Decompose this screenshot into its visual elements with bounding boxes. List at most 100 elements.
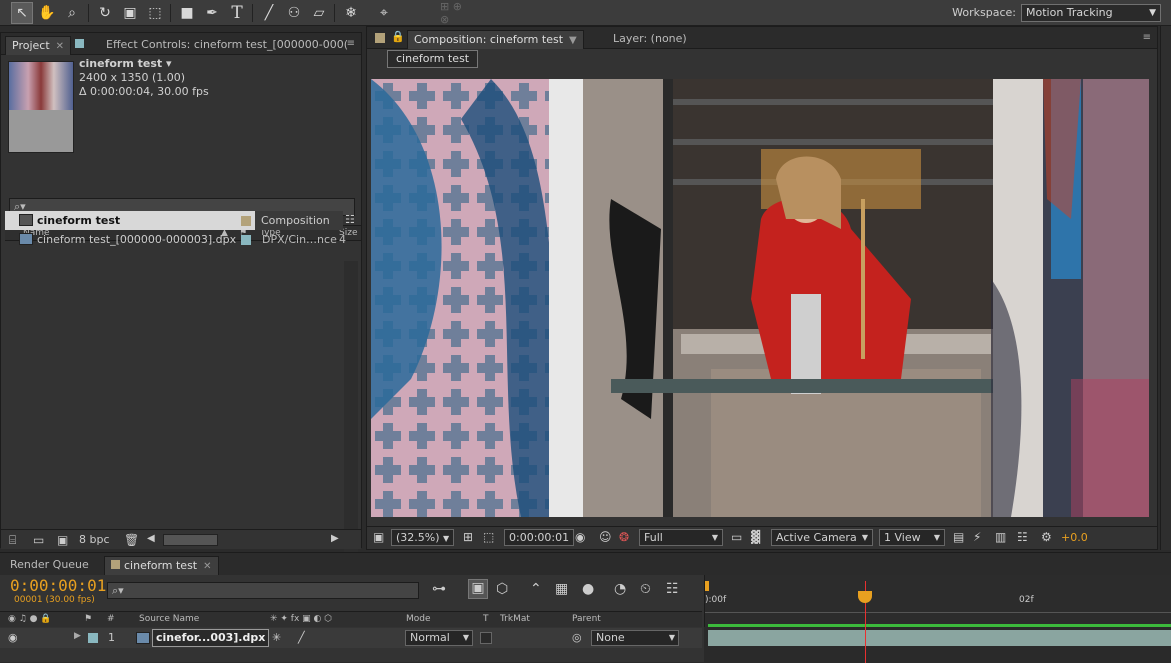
workspace-value: Motion Tracking [1026,6,1113,19]
project-scrollbar[interactable] [344,261,358,559]
label-swatch [241,235,251,245]
camera-select[interactable]: Active Camera ▼ [771,529,873,546]
region-of-interest-icon[interactable]: ▭ [731,530,742,544]
axis-mode-icon[interactable]: ⊞ ⊕ ⊗ [440,0,462,26]
flowchart-icon[interactable]: ☷ [345,213,355,226]
tab-timeline-comp[interactable]: cineform test ✕ [104,556,219,575]
tab-render-queue[interactable]: Render Queue [4,556,95,575]
close-icon[interactable]: ✕ [56,41,64,52]
mask-visibility-icon[interactable]: ⬚ [483,530,494,544]
toggle-pixel-aspect-icon[interactable]: ▤ [953,530,964,544]
project-footer: ⌸ ▭ ▣ 8 bpc 🗑 ◀ ▶ [1,529,361,549]
parent-select[interactable]: None ▼ [591,630,679,646]
column-source-name[interactable]: Source Name [139,614,199,624]
brush-tool-icon[interactable]: ╱ [258,2,280,24]
layer-row[interactable]: ◉ ▶ 1 cinefor...003].dpx ✳ ╱ Normal ▼ ◎ N… [0,628,702,648]
timeline-search-input[interactable]: ⌕▾ [107,582,419,599]
ruler-divider [705,612,1171,613]
chevron-down-icon[interactable]: ▼ [569,35,577,46]
comp-name[interactable]: cineform test ▾ [79,57,172,70]
eraser-tool-icon[interactable]: ▱ [308,2,330,24]
time-ruler[interactable]: ):00f 02f [704,575,1171,627]
preserve-transparency-checkbox[interactable] [480,632,492,644]
workspace-label: Workspace: [952,6,1016,19]
timeline-icon[interactable]: ▥ [995,530,1006,544]
blend-mode-select[interactable]: Normal ▼ [405,630,473,646]
view-layout-value: 1 View [884,531,921,544]
bpc-button[interactable]: 8 bpc [79,533,110,546]
brainstorm-icon[interactable]: ◔ [614,581,626,597]
comp-duration: Δ 0:00:00:04, 30.00 fps [79,85,209,98]
lock-icon[interactable]: 🔒 [391,30,405,43]
composition-viewer[interactable] [371,79,1149,517]
right-panel-strip[interactable] [1160,26,1171,550]
draft-3d-icon[interactable]: ⬡ [496,581,508,597]
workspace-select[interactable]: Motion Tracking ▼ [1021,4,1161,22]
comp-thumbnail [8,61,74,153]
current-time-display[interactable]: 0:00:00:01 [10,576,106,595]
exposure-value[interactable]: +0.0 [1061,531,1088,544]
camera-tool-icon[interactable]: ▣ [119,2,141,24]
project-item-footage[interactable]: cineform test_[000000-000003].dpx DPX/Ci… [5,230,346,249]
panel-menu-icon[interactable]: ≡ [347,38,355,49]
work-area-bar[interactable] [708,624,1171,627]
interpret-footage-icon[interactable]: ⌸ [9,533,16,548]
show-snapshot-icon[interactable]: ☺ [599,530,612,544]
panel-menu-icon[interactable]: ≡ [1143,32,1151,43]
layer-duration-bar[interactable] [708,630,1171,646]
quality-switch-icon[interactable]: ╱ [298,631,305,644]
close-icon[interactable]: ✕ [203,561,211,572]
graph-editor-icon[interactable]: ☷ [666,581,679,597]
layer-name[interactable]: cinefor...003].dpx [152,629,270,647]
new-folder-icon[interactable]: ▭ [33,533,44,547]
selection-tool-icon[interactable]: ↖ [11,2,33,24]
pick-whip-icon[interactable]: ◎ [572,631,582,644]
horizontal-scroll-thumb[interactable] [163,534,218,546]
expand-icon[interactable]: ▶ [74,631,81,641]
comp-swatch [111,560,120,569]
comp-breadcrumb[interactable]: cineform test [387,50,479,68]
current-time-display[interactable]: 0:00:00:01 [504,529,575,546]
trash-icon[interactable]: 🗑 [124,533,139,547]
puppet-pin-tool-icon[interactable]: ⌖ [373,2,395,24]
rotation-tool-icon[interactable]: ↻ [94,2,116,24]
zoom-tool-icon[interactable]: ⌕ [61,2,83,24]
magnification-select[interactable]: (32.5%) ▼ [391,529,455,546]
tab-effect-controls[interactable]: Effect Controls: cineform test_[000000-0… [69,36,354,55]
shy-switch-icon[interactable]: ✳ [272,631,281,644]
reset-exposure-icon[interactable]: ⚙ [1041,530,1052,544]
transparency-grid-icon[interactable]: ▓ [751,530,760,544]
live-update-icon[interactable]: ▣ [468,579,488,599]
eye-icon[interactable]: ◉ [8,631,18,644]
view-layout-select[interactable]: 1 View ▼ [879,529,945,546]
pan-behind-tool-icon[interactable]: ⬚ [144,2,166,24]
tab-layer[interactable]: Layer: (none) [607,30,693,49]
clone-stamp-tool-icon[interactable]: ⚇ [283,2,305,24]
frame-blending-icon[interactable]: ▦ [555,581,568,597]
always-preview-icon[interactable]: ▣ [373,530,384,544]
composition-mini-flowchart-icon[interactable]: ⊶ [432,581,446,597]
type-tool-icon[interactable]: T [226,2,248,24]
scroll-right-icon[interactable]: ▶ [331,533,339,544]
rectangle-tool-icon[interactable]: ■ [176,2,198,24]
flowchart-icon[interactable]: ☷ [1017,530,1028,544]
scroll-left-icon[interactable]: ◀ [147,533,155,544]
hand-tool-icon[interactable]: ✋ [36,2,58,24]
channels-icon[interactable]: ❂ [619,530,629,544]
project-item-comp[interactable]: cineform test Composition [5,211,343,230]
label-swatch[interactable] [88,633,98,643]
roto-brush-tool-icon[interactable]: ❄ [340,2,362,24]
hide-shy-layers-icon[interactable]: ⌃ [530,581,542,597]
snapshot-icon[interactable]: ◉ [575,530,585,544]
tab-project[interactable]: Project ✕ [5,36,72,55]
motion-blur-icon[interactable]: ● [582,581,594,597]
fast-previews-icon[interactable]: ⚡ [973,530,981,544]
new-comp-icon[interactable]: ▣ [57,533,68,547]
pen-tool-icon[interactable]: ✒ [201,2,223,24]
title-safe-icon[interactable]: ⊞ [463,530,473,544]
comp-size: 2400 x 1350 (1.00) [79,71,186,84]
resolution-select[interactable]: Full ▼ [639,529,723,546]
tab-composition[interactable]: Composition: cineform test ▼ [407,30,584,49]
auto-keyframe-icon[interactable]: ⏲ [640,581,651,597]
work-area-start-handle[interactable] [705,581,709,591]
